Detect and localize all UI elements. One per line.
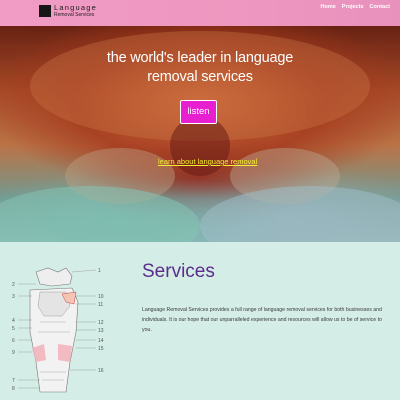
services-title: Services	[142, 261, 215, 282]
diagram-label: 9	[12, 350, 15, 356]
services-description: Language Removal Services provides a ful…	[142, 307, 382, 333]
diagram-label: 13	[98, 328, 104, 334]
diagram-label: 5	[12, 326, 15, 332]
services-section: 1 2 3 4 5 6 7 8 9 10 11 12 13 14 15 16 S…	[0, 242, 400, 400]
brand-name: Language	[54, 3, 97, 12]
brand-text: Language Removal Services	[54, 4, 97, 18]
diagram-label: 7	[12, 378, 15, 384]
brand[interactable]: Language Removal Services	[39, 4, 97, 18]
listen-button[interactable]: listen	[180, 100, 217, 124]
diagram-label: 14	[98, 338, 104, 344]
diagram-label: 8	[12, 386, 15, 392]
nav-home[interactable]: Home	[321, 4, 336, 10]
nav-contact[interactable]: Contact	[370, 4, 390, 10]
diagram-label: 4	[12, 318, 15, 324]
hero-section: the world's leader in language removal s…	[0, 26, 400, 242]
navbar: Language Removal Services Home Projects …	[0, 0, 400, 26]
larynx-diagram: 1 2 3 4 5 6 7 8 9 10 11 12 13 14 15 16	[12, 267, 104, 393]
nav-projects[interactable]: Projects	[342, 4, 364, 10]
brand-subtitle: Removal Services	[54, 11, 95, 18]
brand-logo	[39, 5, 51, 17]
diagram-label: 16	[98, 368, 104, 374]
diagram-label: 2	[12, 282, 15, 288]
diagram-label: 3	[12, 294, 15, 300]
hero-title: the world's leader in language removal s…	[106, 50, 294, 85]
diagram-label: 6	[12, 338, 15, 344]
diagram-label: 12	[98, 320, 104, 326]
diagram-label: 15	[98, 346, 104, 352]
learn-about-link[interactable]: learn about language removal	[158, 157, 257, 166]
diagram-label: 1	[98, 268, 101, 274]
nav-links: Home Projects Contact	[321, 4, 390, 10]
diagram-label: 11	[98, 302, 103, 308]
diagram-label: 10	[98, 294, 104, 300]
